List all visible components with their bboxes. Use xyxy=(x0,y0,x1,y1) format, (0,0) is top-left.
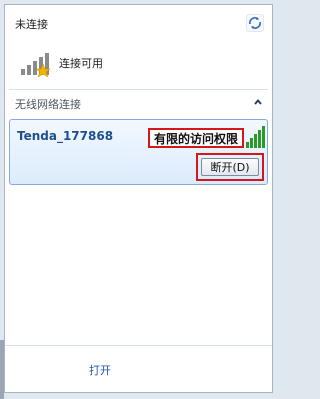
refresh-button[interactable] xyxy=(246,14,264,32)
wireless-section-label: 无线网络连接 xyxy=(15,98,81,111)
separator xyxy=(9,89,268,90)
network-ssid: Tenda_177868 xyxy=(17,129,114,143)
connection-status-label: 未连接 xyxy=(15,18,48,31)
flyout-footer: 打开 xyxy=(5,345,272,392)
connections-available-label: 连接可用 xyxy=(59,57,103,70)
network-list-item[interactable]: Tenda_177868 有限的访问权限 断开(D) xyxy=(9,119,268,185)
connections-available-row: 连接可用 xyxy=(17,47,257,81)
open-network-center-link[interactable]: 打开 xyxy=(89,362,111,378)
network-flyout: 未连接 连接可用 无线网络连接 Tenda_177868 有限的访问权限 断开(… xyxy=(4,4,273,393)
signal-strength-icon xyxy=(246,126,265,148)
collapse-chevron-icon[interactable] xyxy=(252,96,264,108)
disconnect-button[interactable]: 断开(D) xyxy=(201,158,259,176)
signal-available-icon xyxy=(21,53,51,77)
disconnect-highlight: 断开(D) xyxy=(196,153,264,181)
refresh-icon xyxy=(249,17,261,29)
access-status-label: 有限的访问权限 xyxy=(153,131,238,146)
access-status-badge: 有限的访问权限 xyxy=(148,128,244,148)
